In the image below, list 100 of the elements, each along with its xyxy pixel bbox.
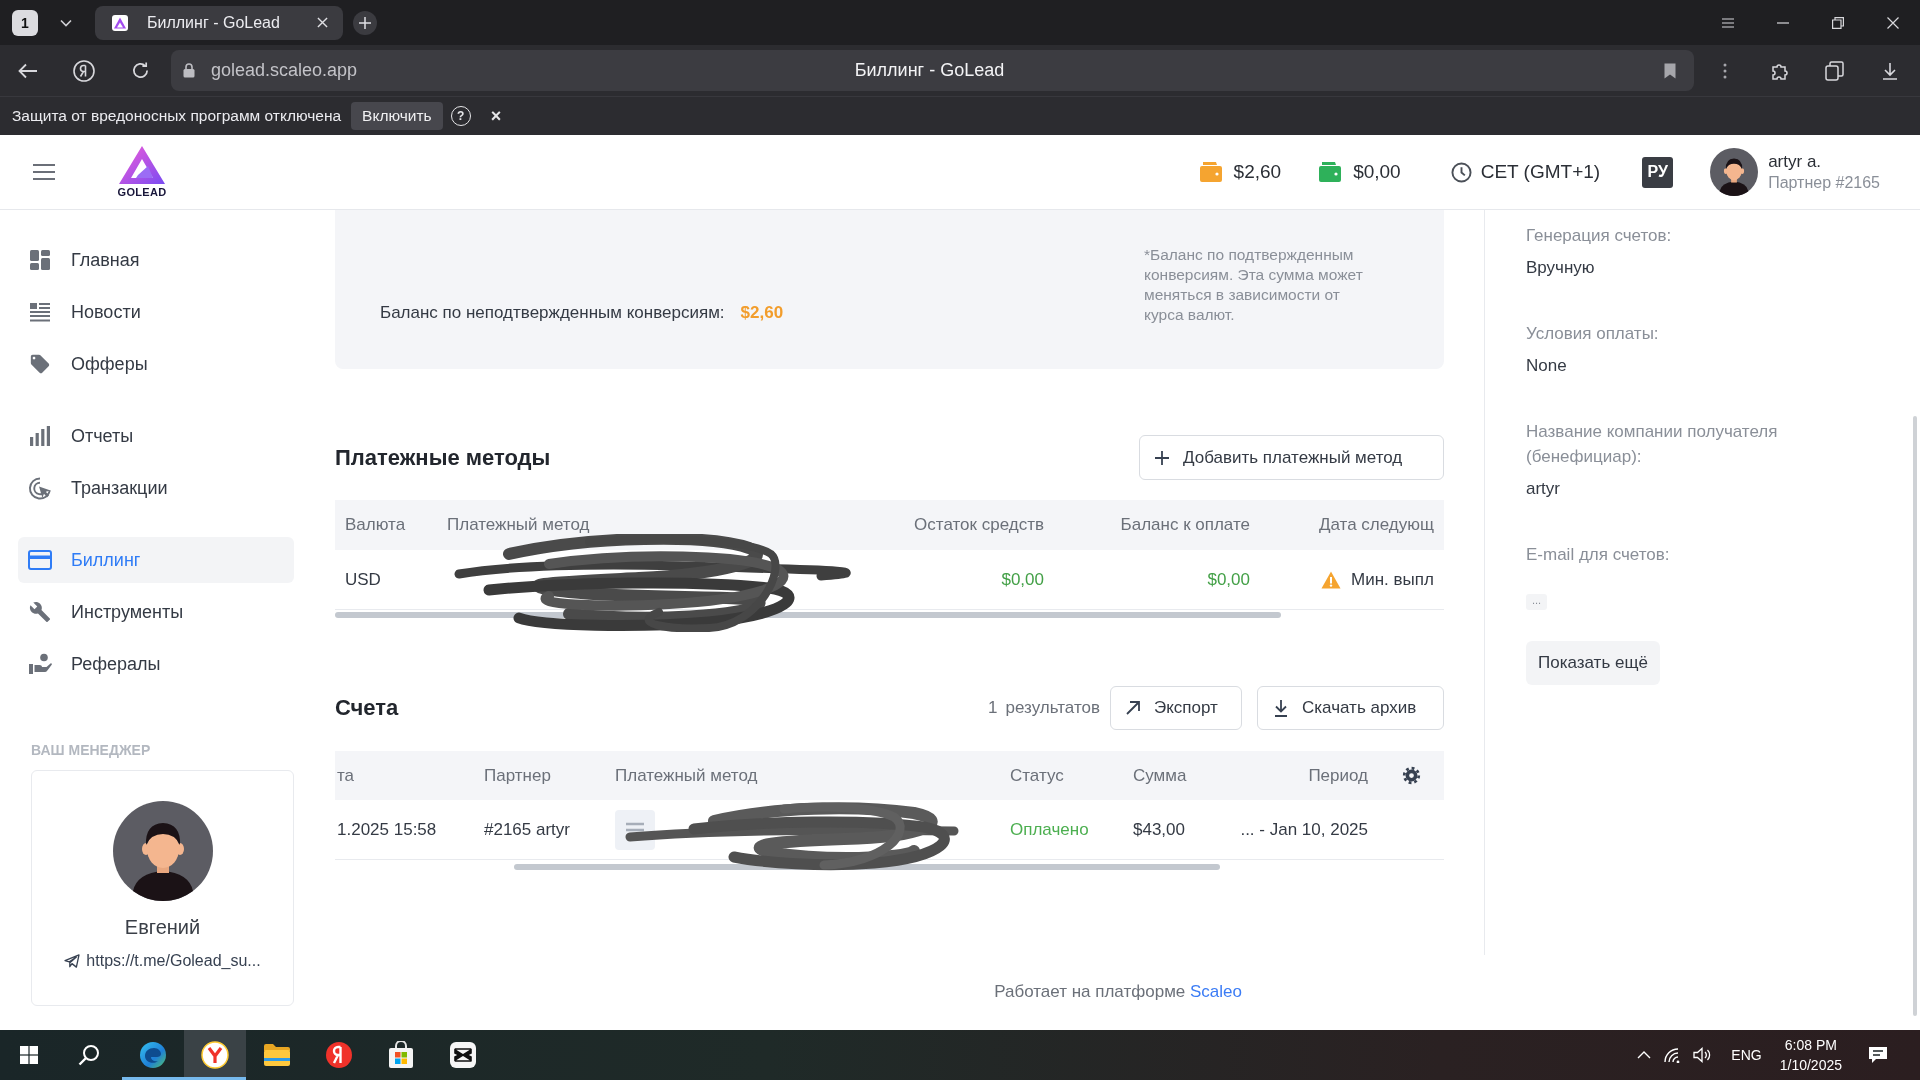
close-button[interactable]: ×	[490, 107, 502, 125]
table-cell-text: $0,00	[1206, 569, 1251, 590]
column-header: Период	[1307, 765, 1369, 786]
clock-button[interactable]: 6:08 PM 1/10/2025	[1779, 1035, 1842, 1075]
plus-icon	[1155, 450, 1169, 465]
menu-icon	[1721, 17, 1734, 28]
user-role: Партнер #2165	[1768, 173, 1880, 193]
sidebar-item[interactable]: Инструменты	[18, 589, 294, 635]
scaleo-link[interactable]: Scaleo	[1190, 982, 1242, 1001]
speaker-icon[interactable]	[1693, 1047, 1712, 1063]
download-archive-button[interactable]: Скачать архив	[1257, 686, 1444, 730]
restore-icon	[1831, 16, 1844, 29]
balance-amount: $0,00	[1353, 161, 1401, 183]
browser-tab[interactable]: Биллинг - GoLead	[95, 5, 343, 40]
address-bar[interactable]: golead.scaleo.app Биллинг - GoLead	[171, 50, 1694, 91]
table-cell-text: USD	[344, 569, 382, 590]
download-icon	[1881, 61, 1898, 80]
scrollbar-thumb[interactable]	[1913, 416, 1917, 1016]
page-title: Биллинг - GoLead	[854, 60, 1005, 81]
clock-icon	[1450, 161, 1472, 183]
settings-icon[interactable]	[1401, 766, 1421, 785]
table-cell: Мин. выпл	[1351, 569, 1434, 590]
plus-icon	[359, 16, 371, 29]
reload-icon	[130, 61, 150, 80]
logo-circle-icon	[73, 59, 95, 82]
section-title: Счета	[335, 695, 399, 721]
scrollbar-thumb[interactable]	[335, 612, 1281, 618]
result-label: результатов	[1005, 698, 1100, 718]
column-header: Статус	[1009, 765, 1065, 786]
logo-text: GOLEAD	[117, 186, 167, 199]
field-label: E-mail для счетов:	[1526, 544, 1670, 566]
close-icon[interactable]	[317, 17, 328, 28]
sidebar-item[interactable]: Новости	[18, 289, 294, 335]
sidebar-item[interactable]: Офферы	[18, 341, 294, 387]
field-value: artyr	[1526, 478, 1560, 500]
balance-amount: $2,60	[1233, 161, 1282, 183]
enable-button[interactable]: Включить	[351, 102, 443, 130]
folder-icon	[263, 1043, 291, 1067]
wifi-icon[interactable]	[1663, 1047, 1682, 1063]
show-more-button[interactable]: Показать ещё	[1526, 641, 1660, 685]
column-header: Баланс к оплате	[1119, 515, 1251, 535]
search-icon	[78, 1044, 100, 1066]
scrollbar-thumb[interactable]	[514, 864, 1220, 870]
lock-icon	[183, 63, 195, 78]
manager-name: Евгений	[124, 915, 201, 940]
sidebar-item[interactable]: Транзакции	[18, 465, 294, 511]
notice-text: Защита от вредоносных программ отключена	[12, 107, 342, 125]
table-cell-text: Оплачено	[1009, 819, 1090, 840]
balance-value: $2,60	[740, 302, 784, 324]
table-cell-text: #2165 artyr	[483, 819, 571, 840]
back-arrow-icon	[18, 62, 38, 79]
timezone-selector[interactable]: CET (GMT+1)	[1480, 161, 1601, 183]
sidebar-item[interactable]: Отчеты	[18, 413, 294, 459]
language-indicator[interactable]: ENG	[1731, 1047, 1762, 1063]
sidebar-item[interactable]: Биллинг	[18, 537, 294, 583]
hand-person-icon	[28, 653, 52, 675]
close-icon	[1886, 16, 1899, 29]
language-button[interactable]: РУ	[1642, 156, 1674, 188]
chevron-down-icon[interactable]	[60, 18, 72, 27]
field-label: Генерация счетов:	[1526, 225, 1672, 247]
table-cell-text: $0,00	[1000, 569, 1045, 590]
stacked-cards-icon	[1824, 60, 1845, 81]
section-title: Платежные методы	[335, 444, 551, 471]
list-icon	[28, 301, 52, 323]
triangle-logo-icon	[112, 14, 128, 31]
column-header: Платежный метод	[614, 765, 759, 786]
column-header: Остаток средств	[913, 515, 1045, 535]
table-cell-text: 1.2025 15:58	[336, 819, 438, 840]
field-label: Название компании получателя (бенефициар):	[1526, 421, 1779, 468]
y-logo-icon	[201, 1041, 229, 1069]
new-tab-button[interactable]	[353, 10, 377, 35]
bar-chart-icon	[28, 425, 52, 447]
field-value: None	[1526, 355, 1567, 377]
credit-card-icon	[28, 550, 52, 570]
taskbar-app[interactable]	[184, 1030, 246, 1080]
tag-icon	[28, 353, 52, 375]
avatar-icon[interactable]	[1710, 148, 1759, 196]
section-heading: ВАШ МЕНЕДЖЕР	[31, 741, 152, 759]
field-value: Вручную	[1526, 257, 1595, 279]
round-logo-icon	[325, 1041, 353, 1069]
add-payment-method-button[interactable]: Добавить платежный метод	[1139, 435, 1444, 480]
masked-value-tag: ...	[1526, 594, 1548, 610]
column-header: Платежный метод	[446, 515, 591, 535]
telegram-link[interactable]: https://t.me/Golead_su...	[86, 952, 261, 970]
tab-count-button[interactable]: 1	[12, 9, 38, 36]
result-count: 1	[988, 698, 998, 718]
user-name: artyr a.	[1768, 151, 1823, 172]
menu-icon	[33, 164, 55, 180]
chat-bubble-icon[interactable]	[1868, 1046, 1888, 1064]
download-icon	[1274, 699, 1288, 717]
export-button[interactable]: Экспорт	[1110, 686, 1242, 730]
four-squares-icon	[20, 1046, 38, 1064]
arrow-up-right-icon	[1126, 701, 1140, 715]
bookmark-icon[interactable]	[1664, 62, 1676, 79]
triangle-logo-icon[interactable]	[118, 145, 166, 185]
paper-plane-icon	[64, 954, 81, 968]
store-bag-icon	[387, 1041, 415, 1069]
chevron-up-icon[interactable]	[1637, 1051, 1652, 1059]
sidebar-item[interactable]: Главная	[18, 237, 294, 283]
sidebar-item[interactable]: Рефералы	[18, 641, 294, 687]
